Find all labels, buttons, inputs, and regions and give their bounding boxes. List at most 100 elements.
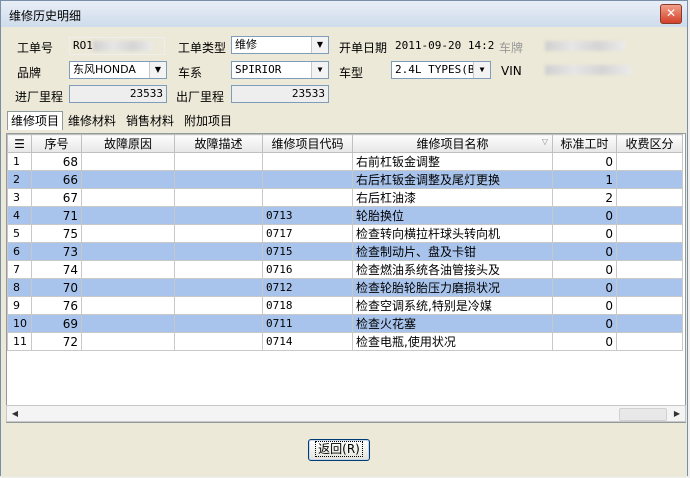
cell-item-name[interactable]: 检查火花塞 [352, 314, 553, 333]
table-row[interactable]: 9 76 0718 检查空调系统,特别是冷媒 0 [7, 296, 683, 315]
cell-charge-type[interactable] [616, 314, 683, 333]
cell-seq[interactable]: 76 [31, 296, 82, 315]
cell-item-name[interactable]: 轮胎换位 [352, 206, 553, 225]
cell-charge-type[interactable] [616, 224, 683, 243]
cell-item-name[interactable]: 检查转向横拉杆球头转向机 [352, 224, 553, 243]
table-row[interactable]: 8 70 0712 检查轮胎轮胎压力磨损状况 0 [7, 278, 683, 297]
model-select[interactable]: 2.4L TYPES(B) ▼ [391, 61, 491, 79]
cell-seq[interactable]: 74 [31, 260, 82, 279]
cell-seq[interactable]: 75 [31, 224, 82, 243]
cell-seq[interactable]: 72 [31, 332, 82, 351]
table-row[interactable]: 1 68 右前杠钣金调整 0 [7, 152, 683, 171]
cell-std-hours[interactable]: 0 [552, 206, 617, 225]
cell-item-name[interactable]: 检查燃油系统各油管接头及 [352, 260, 553, 279]
cell-seq[interactable]: 70 [31, 278, 82, 297]
cell-item-name[interactable]: 检查空调系统,特别是冷媒 [352, 296, 553, 315]
row-index[interactable]: 8 [7, 278, 32, 297]
cell-seq[interactable]: 68 [31, 152, 82, 171]
col-seq[interactable]: 序号 [31, 134, 82, 153]
cell-item-code[interactable] [262, 188, 353, 207]
cell-fault-cause[interactable] [81, 278, 175, 297]
cell-std-hours[interactable]: 0 [552, 278, 617, 297]
cell-std-hours[interactable]: 1 [552, 170, 617, 189]
cell-item-code[interactable]: 0713 [262, 206, 353, 225]
cell-seq[interactable]: 67 [31, 188, 82, 207]
cell-seq[interactable]: 69 [31, 314, 82, 333]
col-item-code[interactable]: 维修项目代码 [262, 134, 353, 153]
cell-fault-desc[interactable] [174, 260, 263, 279]
cell-fault-desc[interactable] [174, 152, 263, 171]
cell-item-code[interactable]: 0715 [262, 242, 353, 261]
cell-item-code[interactable]: 0714 [262, 332, 353, 351]
brand-select[interactable]: 东风HONDA ▼ [69, 61, 167, 79]
row-index[interactable]: 11 [7, 332, 32, 351]
cell-fault-cause[interactable] [81, 224, 175, 243]
scroll-left-icon[interactable]: ◀ [7, 406, 23, 421]
table-row[interactable]: 6 73 0715 检查制动片、盘及卡钳 0 [7, 242, 683, 261]
cell-item-code[interactable] [262, 170, 353, 189]
row-index[interactable]: 7 [7, 260, 32, 279]
cell-charge-type[interactable] [616, 170, 683, 189]
table-row[interactable]: 2 66 右后杠钣金调整及尾灯更换 1 [7, 170, 683, 189]
row-index[interactable]: 9 [7, 296, 32, 315]
close-button[interactable]: ✕ [660, 4, 682, 24]
cell-fault-cause[interactable] [81, 152, 175, 171]
cell-fault-cause[interactable] [81, 296, 175, 315]
col-item-name[interactable]: 维修项目名称 ▽ [352, 134, 553, 153]
cell-charge-type[interactable] [616, 206, 683, 225]
cell-charge-type[interactable] [616, 242, 683, 261]
table-row[interactable]: 4 71 0713 轮胎换位 0 [7, 206, 683, 225]
cell-fault-desc[interactable] [174, 314, 263, 333]
cell-std-hours[interactable]: 0 [552, 152, 617, 171]
cell-charge-type[interactable] [616, 332, 683, 351]
cell-item-code[interactable]: 0712 [262, 278, 353, 297]
col-fault-desc[interactable]: 故障描述 [174, 134, 263, 153]
row-index[interactable]: 1 [7, 152, 32, 171]
cell-item-code[interactable]: 0716 [262, 260, 353, 279]
cell-charge-type[interactable] [616, 152, 683, 171]
table-row[interactable]: 5 75 0717 检查转向横拉杆球头转向机 0 [7, 224, 683, 243]
cell-std-hours[interactable]: 0 [552, 224, 617, 243]
scroll-thumb[interactable] [619, 408, 667, 421]
cell-item-name[interactable]: 右后杠钣金调整及尾灯更换 [352, 170, 553, 189]
row-index[interactable]: 3 [7, 188, 32, 207]
cell-fault-desc[interactable] [174, 332, 263, 351]
cell-fault-desc[interactable] [174, 188, 263, 207]
col-charge-type[interactable]: 收费区分 [616, 134, 683, 153]
row-selector-header[interactable]: ☰ [7, 134, 32, 153]
row-index[interactable]: 10 [7, 314, 32, 333]
cell-fault-cause[interactable] [81, 170, 175, 189]
cell-std-hours[interactable]: 0 [552, 296, 617, 315]
series-select[interactable]: SPIRIOR ▼ [231, 61, 329, 79]
cell-charge-type[interactable] [616, 296, 683, 315]
cell-charge-type[interactable] [616, 188, 683, 207]
table-row[interactable]: 11 72 0714 检查电瓶,使用状况 0 [7, 332, 683, 351]
cell-fault-cause[interactable] [81, 206, 175, 225]
cell-fault-desc[interactable] [174, 206, 263, 225]
table-row[interactable]: 10 69 0711 检查火花塞 0 [7, 314, 683, 333]
cell-std-hours[interactable]: 0 [552, 260, 617, 279]
cell-fault-desc[interactable] [174, 278, 263, 297]
cell-item-name[interactable]: 右前杠钣金调整 [352, 152, 553, 171]
col-std-hours[interactable]: 标准工时 [552, 134, 617, 153]
cell-std-hours[interactable]: 0 [552, 332, 617, 351]
cell-std-hours[interactable]: 2 [552, 188, 617, 207]
cell-seq[interactable]: 66 [31, 170, 82, 189]
cell-fault-cause[interactable] [81, 242, 175, 261]
order-type-select[interactable]: 维修 ▼ [231, 36, 329, 54]
cell-fault-cause[interactable] [81, 188, 175, 207]
cell-charge-type[interactable] [616, 278, 683, 297]
repair-items-grid[interactable]: ☰ 序号 故障原因 故障描述 维修项目代码 维修项目名称 ▽ 标准工时 收费区分… [6, 133, 686, 423]
cell-item-code[interactable]: 0711 [262, 314, 353, 333]
table-row[interactable]: 3 67 右后杠油漆 2 [7, 188, 683, 207]
tab-repair-items[interactable]: 维修项目 [7, 111, 64, 130]
row-index[interactable]: 6 [7, 242, 32, 261]
cell-item-name[interactable]: 检查制动片、盘及卡钳 [352, 242, 553, 261]
cell-seq[interactable]: 71 [31, 206, 82, 225]
cell-item-name[interactable]: 检查轮胎轮胎压力磨损状况 [352, 278, 553, 297]
cell-fault-desc[interactable] [174, 170, 263, 189]
cell-fault-desc[interactable] [174, 296, 263, 315]
cell-seq[interactable]: 73 [31, 242, 82, 261]
cell-fault-cause[interactable] [81, 332, 175, 351]
tab-sales-materials[interactable]: 销售材料 [123, 112, 177, 130]
